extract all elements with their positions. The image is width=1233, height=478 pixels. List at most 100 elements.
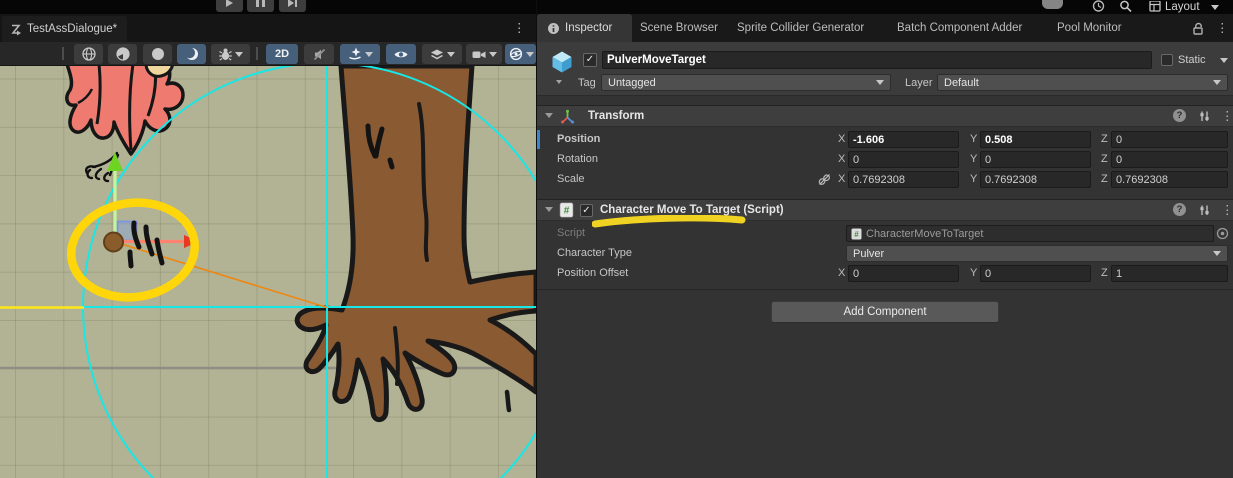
dropdown-caret-icon bbox=[526, 52, 534, 57]
axis-y-label: Y bbox=[970, 150, 977, 169]
scale-label: Scale bbox=[557, 170, 585, 189]
character-type-dropdown[interactable]: Pulver bbox=[846, 245, 1228, 262]
component-menu-kebab-icon[interactable]: ⋮ bbox=[1221, 204, 1233, 216]
2d-label: 2D bbox=[275, 48, 289, 60]
draw-mode-selected-button[interactable] bbox=[177, 44, 206, 64]
offset-x-input[interactable] bbox=[848, 265, 959, 282]
layers-icon bbox=[429, 47, 445, 62]
tab-sprite-collider-generator[interactable]: Sprite Collider Generator bbox=[737, 14, 864, 42]
unlock-icon[interactable] bbox=[1192, 22, 1204, 35]
help-icon[interactable]: ? bbox=[1173, 203, 1186, 216]
tab-test-ass-dialogue[interactable]: TestAssDialogue* bbox=[2, 16, 127, 42]
layers-dropdown-button[interactable] bbox=[422, 44, 462, 64]
step-icon bbox=[288, 0, 294, 7]
offset-z-input[interactable] bbox=[1111, 265, 1228, 282]
scene-pane-tabbar: TestAssDialogue* ⋮ bbox=[0, 14, 536, 42]
axis-x-label: X bbox=[838, 130, 845, 149]
layout-grid-icon[interactable] bbox=[1149, 1, 1161, 12]
character-type-label: Character Type bbox=[557, 244, 632, 263]
prefab-override-bar bbox=[537, 130, 540, 149]
scene-view-canvas[interactable] bbox=[0, 66, 536, 478]
scene-view-toolbar: 2D bbox=[0, 42, 536, 66]
wireframe-sphere-icon bbox=[81, 46, 97, 62]
layer-label: Layer bbox=[905, 75, 933, 91]
info-icon bbox=[547, 22, 560, 35]
layout-dropdown[interactable]: Layout bbox=[1165, 0, 1200, 14]
position-x-input[interactable] bbox=[848, 131, 959, 148]
static-caret-icon[interactable] bbox=[1220, 58, 1228, 63]
layer-dropdown[interactable]: Default bbox=[937, 74, 1228, 91]
step-button[interactable] bbox=[279, 0, 306, 12]
axis-x-label: X bbox=[838, 170, 845, 189]
gameobject-name-input[interactable] bbox=[602, 51, 1152, 69]
inspector-menu-kebab-icon[interactable]: ⋮ bbox=[1216, 22, 1229, 34]
position-z-input[interactable] bbox=[1111, 131, 1228, 148]
dropdown-caret-icon bbox=[1213, 80, 1221, 85]
tag-value: Untagged bbox=[608, 77, 656, 89]
scale-z-input[interactable] bbox=[1111, 171, 1228, 188]
dropdown-caret-icon bbox=[447, 52, 455, 57]
help-icon[interactable]: ? bbox=[1173, 109, 1186, 122]
component-menu-kebab-icon[interactable]: ⋮ bbox=[1221, 110, 1233, 122]
tab-pool-monitor[interactable]: Pool Monitor bbox=[1057, 14, 1122, 42]
tab-scene-browser[interactable]: Scene Browser bbox=[640, 14, 718, 42]
pane-menu-kebab-icon[interactable]: ⋮ bbox=[513, 22, 526, 34]
camera-dropdown-button[interactable] bbox=[466, 44, 502, 64]
offset-y-input[interactable] bbox=[980, 265, 1091, 282]
check-icon: ✓ bbox=[582, 206, 590, 216]
svg-text:#: # bbox=[564, 206, 570, 217]
tag-dropdown[interactable]: Untagged bbox=[601, 74, 891, 91]
axis-y-label: Y bbox=[970, 264, 977, 283]
axis-z-label: Z bbox=[1101, 264, 1108, 283]
gizmos-dropdown-button[interactable] bbox=[505, 44, 536, 64]
csharp-script-icon: # bbox=[851, 228, 862, 240]
effects-dropdown-button[interactable] bbox=[340, 44, 380, 64]
history-clock-icon[interactable] bbox=[1092, 0, 1105, 13]
draw-mode-solid-button[interactable] bbox=[143, 44, 172, 64]
rotation-label: Rotation bbox=[557, 150, 598, 169]
gameobject-active-checkbox[interactable]: ✓ bbox=[583, 53, 597, 67]
gizmo-globe-icon bbox=[508, 46, 524, 62]
script-foldout-icon[interactable] bbox=[545, 207, 553, 212]
cloud-icon[interactable] bbox=[1042, 0, 1063, 9]
dropdown-caret-icon bbox=[1213, 251, 1221, 256]
dropdown-caret-icon bbox=[365, 52, 373, 57]
transform-foldout-icon[interactable] bbox=[545, 113, 553, 118]
debug-bug-dropdown-button[interactable] bbox=[211, 44, 250, 64]
csharp-script-icon: # bbox=[559, 202, 574, 218]
tab-batch-component-adder[interactable]: Batch Component Adder bbox=[897, 14, 1022, 42]
inspector-tabbar: Inspector Scene Browser Sprite Collider … bbox=[537, 14, 1233, 42]
layout-caret-icon bbox=[1211, 5, 1219, 10]
static-label: Static bbox=[1178, 53, 1206, 67]
search-icon[interactable] bbox=[1119, 0, 1132, 13]
2d-mode-button[interactable]: 2D bbox=[266, 44, 298, 64]
rotation-y-input[interactable] bbox=[980, 151, 1091, 168]
static-checkbox[interactable] bbox=[1161, 54, 1173, 66]
object-picker-icon[interactable] bbox=[1216, 227, 1229, 240]
draw-mode-wireframe-button[interactable] bbox=[74, 44, 103, 64]
scale-x-input[interactable] bbox=[848, 171, 959, 188]
gameobject-cube-icon[interactable] bbox=[549, 49, 575, 75]
presets-icon[interactable] bbox=[1197, 203, 1211, 217]
constrain-proportions-disabled-icon[interactable] bbox=[817, 172, 832, 187]
dropdown-caret-icon bbox=[489, 52, 497, 57]
play-button[interactable] bbox=[216, 0, 243, 12]
pause-button[interactable] bbox=[247, 0, 274, 12]
script-object-field[interactable]: # CharacterMoveToTarget bbox=[846, 225, 1214, 242]
icon-picker-caret[interactable] bbox=[556, 80, 562, 84]
target-dot-sprite[interactable] bbox=[104, 233, 123, 252]
tree-sprite[interactable] bbox=[297, 66, 536, 420]
draw-mode-shaded-wire-button[interactable] bbox=[108, 44, 137, 64]
unity-editor-window: Layout TestAssDialogue* ⋮ 2D bbox=[0, 0, 1233, 478]
tab-inspector[interactable]: Inspector bbox=[537, 14, 632, 42]
audio-mute-button[interactable] bbox=[304, 44, 334, 64]
effects-star-icon bbox=[347, 46, 363, 62]
position-y-input[interactable] bbox=[980, 131, 1091, 148]
svg-text:#: # bbox=[854, 230, 859, 239]
scene-visibility-button[interactable] bbox=[386, 44, 416, 64]
presets-icon[interactable] bbox=[1197, 109, 1211, 123]
rotation-x-input[interactable] bbox=[848, 151, 959, 168]
scale-y-input[interactable] bbox=[980, 171, 1091, 188]
rotation-z-input[interactable] bbox=[1111, 151, 1228, 168]
add-component-button[interactable]: Add Component bbox=[771, 301, 999, 323]
